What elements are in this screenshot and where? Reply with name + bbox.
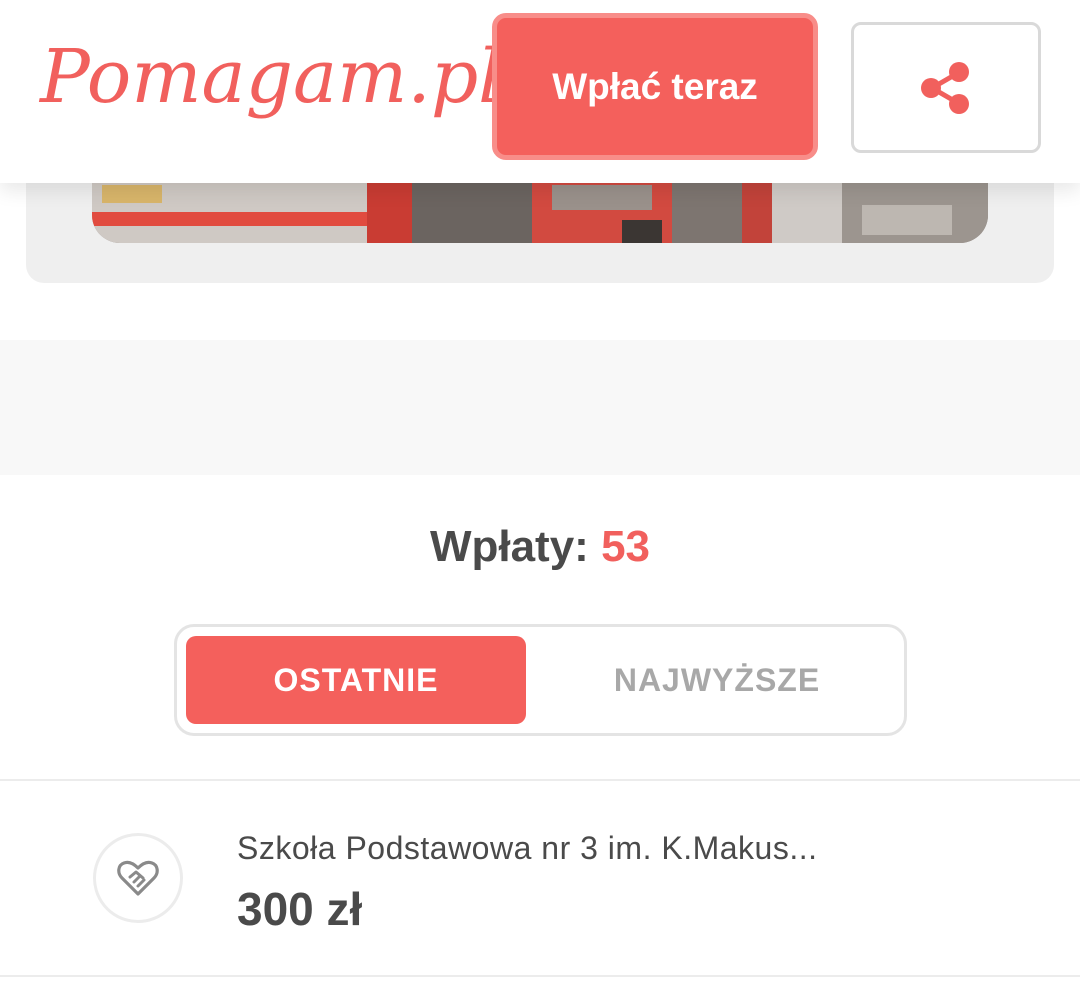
payments-count: Wpłaty: 53	[0, 522, 1080, 572]
donate-now-button[interactable]: Wpłać teraz	[492, 13, 818, 160]
payments-number: 53	[601, 522, 651, 571]
payments-label: Wpłaty:	[429, 522, 589, 571]
sort-tabs: OSTATNIE NAJWYŻSZE	[174, 624, 907, 736]
share-button[interactable]	[851, 22, 1041, 153]
section-spacer	[0, 340, 1080, 475]
top-header: Pomagam.pl Wpłać teraz	[0, 0, 1080, 183]
tab-recent[interactable]: OSTATNIE	[186, 636, 526, 724]
donor-name: Szkoła Podstawowa nr 3 im. K.Makus...	[237, 830, 818, 866]
donation-list-item[interactable]: Szkoła Podstawowa nr 3 im. K.Makus... 30…	[0, 782, 1080, 975]
donation-amount: 300 zł	[237, 883, 363, 935]
heart-handshake-icon	[117, 860, 159, 896]
donor-avatar	[93, 833, 183, 923]
pomagam-logo[interactable]: Pomagam.pl	[40, 22, 502, 132]
list-divider-bottom	[0, 975, 1080, 977]
tab-highest[interactable]: NAJWYŻSZE	[537, 636, 897, 724]
list-divider-top	[0, 779, 1080, 781]
share-icon	[921, 61, 969, 114]
